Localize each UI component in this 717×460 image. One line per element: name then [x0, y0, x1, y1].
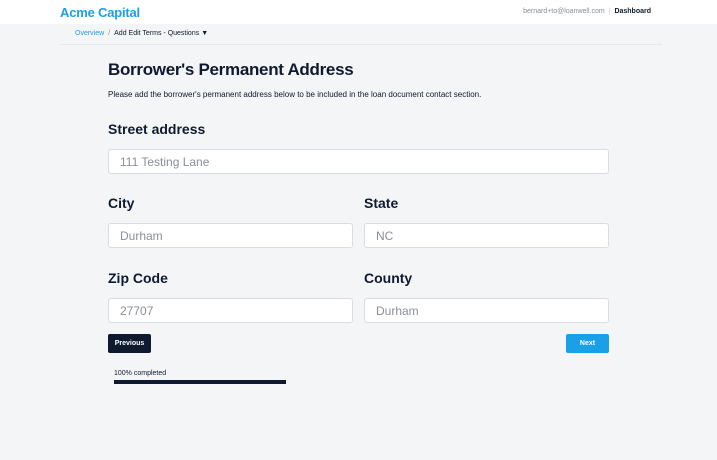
page-description: Please add the borrower's permanent addr…	[108, 90, 482, 99]
header-divider	[60, 44, 662, 45]
breadcrumb-overview-link[interactable]: Overview	[75, 30, 104, 37]
next-button[interactable]: Next	[566, 334, 609, 353]
county-input[interactable]	[364, 298, 609, 323]
user-email: bernard+to@loanwell.com	[523, 8, 605, 15]
state-input[interactable]	[364, 223, 609, 248]
caret-down-icon: ▼	[201, 30, 209, 37]
dashboard-link[interactable]: Dashboard	[614, 8, 651, 15]
state-label: State	[364, 195, 399, 211]
breadcrumb-current-dropdown[interactable]: Add Edit Terms - Questions ▼	[114, 30, 208, 37]
brand-logo[interactable]: Acme Capital	[60, 5, 140, 20]
breadcrumb: Overview / Add Edit Terms - Questions ▼	[75, 30, 208, 37]
progress-bar	[114, 380, 286, 384]
page-title: Borrower's Permanent Address	[108, 60, 354, 79]
zip-code-input[interactable]	[108, 298, 353, 323]
zip-code-label: Zip Code	[108, 270, 168, 286]
nav-separator: |	[608, 8, 611, 15]
previous-button[interactable]: Previous	[108, 334, 151, 353]
breadcrumb-current: Add Edit Terms - Questions	[114, 30, 200, 37]
street-address-label: Street address	[108, 121, 206, 137]
street-address-input[interactable]	[108, 149, 609, 174]
top-navigation-bar: Acme Capital bernard+to@loanwell.com | D…	[0, 0, 717, 24]
progress-bar-fill	[114, 380, 286, 384]
user-menu: bernard+to@loanwell.com | Dashboard	[523, 8, 651, 15]
breadcrumb-separator: /	[108, 30, 111, 37]
county-label: County	[364, 270, 413, 286]
progress-label: 100% completed	[114, 370, 167, 377]
city-input[interactable]	[108, 223, 353, 248]
city-label: City	[108, 195, 135, 211]
